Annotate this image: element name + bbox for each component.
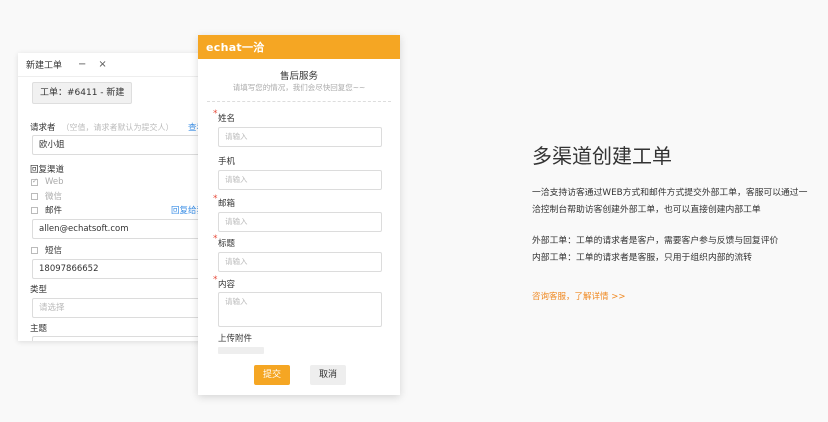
field-label-text: 姓名 bbox=[218, 114, 236, 124]
external-ticket-line: 外部工单：工单的请求者是客户，需要客户参与反馈与回复评价 bbox=[532, 236, 779, 246]
channel-web-checkbox[interactable]: Web bbox=[31, 177, 64, 187]
cancel-button[interactable]: 取消 bbox=[310, 365, 346, 385]
upload-label: 上传附件 bbox=[218, 334, 253, 344]
channel-sms-checkbox[interactable]: 短信 bbox=[31, 244, 62, 256]
channel-wechat-label: 微信 bbox=[45, 192, 63, 202]
field-label-phone: 手机 bbox=[218, 155, 235, 167]
form-header: echat一洽 bbox=[198, 35, 400, 59]
requester-hint: （空值，请求者默认为提交人） bbox=[61, 123, 174, 132]
phone-input[interactable]: 请输入 bbox=[218, 170, 382, 190]
content-textarea[interactable]: 请输入 bbox=[218, 292, 382, 327]
channel-email-checkbox[interactable]: 邮件 bbox=[31, 204, 62, 216]
field-label-text: 手机 bbox=[218, 157, 236, 167]
field-label-email: * 邮箱 bbox=[213, 194, 236, 209]
channel-email-label: 邮件 bbox=[45, 206, 63, 216]
intro-paragraph: 一洽支持访客通过WEB方式和邮件方式提交外部工单，客服可以通过一 洽控制台帮助访… bbox=[532, 185, 824, 219]
checkbox-box bbox=[31, 246, 38, 254]
field-label-text: 标题 bbox=[218, 239, 236, 249]
name-input[interactable]: 请输入 bbox=[218, 127, 382, 147]
required-marker: * bbox=[213, 109, 218, 119]
field-label-text: 内容 bbox=[218, 280, 236, 290]
page-headline: 多渠道创建工单 bbox=[532, 144, 672, 168]
channel-sms-label: 短信 bbox=[45, 246, 63, 256]
intro-line: 一洽支持访客通过WEB方式和邮件方式提交外部工单，客服可以通过一 bbox=[532, 188, 808, 198]
new-ticket-title: 新建工单 bbox=[26, 61, 63, 71]
reply-channel-label: 回复渠道 bbox=[30, 165, 65, 175]
submit-button[interactable]: 提交 bbox=[254, 365, 290, 385]
form-divider bbox=[207, 101, 391, 102]
intro-line: 洽控制台帮助访客创建外部工单，也可以直接创建内部工单 bbox=[532, 205, 761, 215]
field-label-name: * 姓名 bbox=[213, 109, 236, 124]
required-marker: * bbox=[213, 275, 218, 285]
channel-wechat-checkbox[interactable]: 微信 bbox=[31, 190, 62, 202]
requester-label: 请求者 （空值，请求者默认为提交人） bbox=[30, 121, 174, 133]
type-label: 类型 bbox=[30, 285, 48, 295]
checkbox-box bbox=[31, 206, 38, 214]
close-icon[interactable]: × bbox=[98, 59, 106, 70]
checkbox-box bbox=[31, 192, 38, 200]
required-marker: * bbox=[213, 234, 218, 244]
ticket-types-paragraph: 外部工单：工单的请求者是客户，需要客户参与反馈与回复评价 内部工单：工单的请求者… bbox=[532, 233, 824, 267]
title-input[interactable]: 请输入 bbox=[218, 252, 382, 272]
consult-link[interactable]: 咨询客服，了解详情 >> bbox=[532, 290, 625, 302]
required-marker: * bbox=[213, 194, 218, 204]
upload-area[interactable] bbox=[218, 347, 264, 354]
channel-web-label: Web bbox=[45, 177, 64, 187]
echat-logo: echat一洽 bbox=[206, 41, 265, 54]
type-select-value: 请选择 bbox=[39, 303, 65, 313]
field-label-text: 邮箱 bbox=[218, 199, 236, 209]
echat-form-window: echat一洽 售后服务 请填写您的情况，我们会尽快回复您~~ * 姓名 请输入… bbox=[198, 35, 400, 395]
form-subtitle: 请填写您的情况，我们会尽快回复您~~ bbox=[232, 83, 366, 92]
subject-label: 主题 bbox=[30, 324, 48, 334]
requester-label-text: 请求者 bbox=[30, 123, 56, 133]
email-input[interactable]: 请输入 bbox=[218, 212, 382, 232]
ticket-id-button[interactable]: 工单：#6411 - 新建 bbox=[32, 82, 133, 104]
checkbox-box bbox=[31, 177, 38, 186]
internal-ticket-line: 内部工单：工单的请求者是客服，只用于组织内部的流转 bbox=[532, 253, 752, 263]
field-label-title: * 标题 bbox=[213, 234, 236, 249]
field-label-content: * 内容 bbox=[213, 275, 236, 290]
form-title: 售后服务 bbox=[279, 71, 318, 82]
minimize-icon[interactable]: − bbox=[78, 59, 86, 70]
